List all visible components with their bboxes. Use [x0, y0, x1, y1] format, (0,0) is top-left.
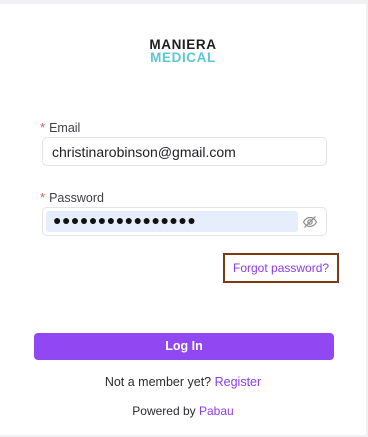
powered-text: Powered by [132, 404, 196, 418]
forgot-password-link[interactable]: Forgot password? [233, 261, 329, 275]
required-marker: * [40, 190, 46, 205]
register-link[interactable]: Register [215, 375, 262, 389]
brand-logo: MANIERA MEDICAL [0, 38, 366, 65]
email-field[interactable]: christinarobinson@gmail.com [42, 137, 327, 166]
pabau-link[interactable]: Pabau [199, 404, 234, 418]
eye-off-icon[interactable] [302, 214, 318, 230]
required-marker: * [40, 120, 46, 135]
password-label: * Password [40, 190, 104, 205]
password-autofill-highlight: ●●●●●●●●●●●●●●●● [46, 211, 298, 232]
logo-text-line2: MEDICAL [150, 50, 216, 65]
login-card: MANIERA MEDICAL * Email christinarobinson… [0, 4, 366, 435]
password-field[interactable]: ●●●●●●●●●●●●●●●● [42, 207, 327, 236]
member-text: Not a member yet? [104, 375, 212, 389]
register-prompt: Not a member yet? Register [0, 375, 366, 389]
email-label: * Email [40, 120, 80, 135]
email-value: christinarobinson@gmail.com [52, 144, 236, 160]
forgot-password-highlight: Forgot password? [223, 253, 339, 283]
password-label-text: Password [49, 191, 104, 205]
email-label-text: Email [49, 121, 81, 135]
password-value: ●●●●●●●●●●●●●●●● [53, 212, 197, 228]
powered-by: Powered by Pabau [0, 404, 366, 418]
login-button[interactable]: Log In [34, 333, 334, 360]
